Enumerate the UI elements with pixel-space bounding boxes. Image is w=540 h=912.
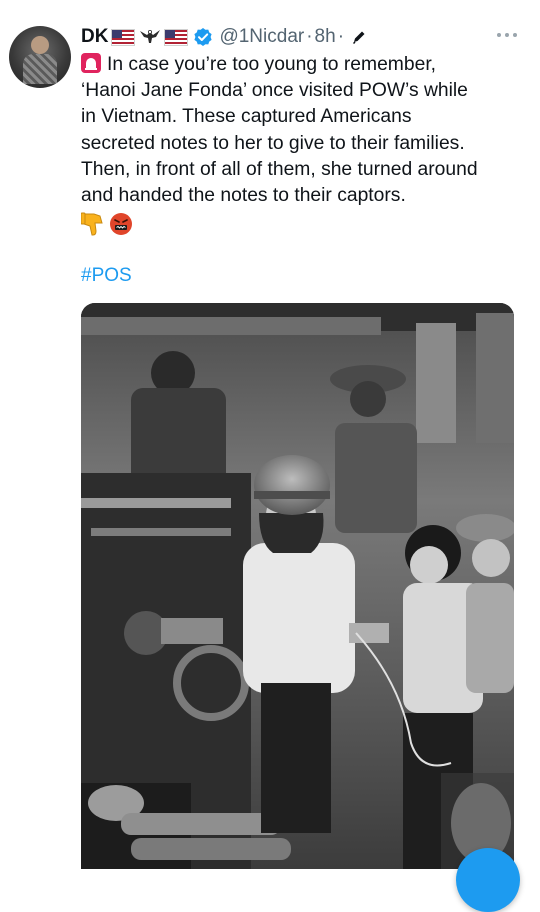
compose-button[interactable] <box>456 848 520 912</box>
header-separator: · <box>337 26 345 47</box>
hashtag-link[interactable]: #POS <box>81 265 132 287</box>
header-separator: · <box>306 26 313 47</box>
avatar-shirt <box>23 54 57 84</box>
tweet-timestamp[interactable]: 8h <box>315 26 336 48</box>
author-name[interactable]: DK <box>81 26 108 48</box>
tweet-text-line-1: In case you’re too young to remember, <box>107 54 437 75</box>
thumbs-down-icon <box>81 211 105 237</box>
verified-badge-icon <box>193 27 213 47</box>
avatar-head <box>31 36 49 54</box>
avatar[interactable] <box>9 26 71 88</box>
emoji-row <box>81 210 133 238</box>
tweet-photo[interactable] <box>81 303 514 869</box>
photo-woman <box>243 543 355 693</box>
tweet-text-line-2: ‘Hanoi Jane Fonda’ once visited POW’s wh… <box>81 80 468 102</box>
tweet-text-line: In case you’re too young to remember, <box>81 52 526 78</box>
tweet-text: In case you’re too young to remember, ‘H… <box>81 52 526 209</box>
tweet-header: DK @1Nicdar · 8h · <box>81 24 367 50</box>
siren-icon <box>81 53 101 73</box>
eagle-icon <box>139 27 161 47</box>
us-flag-icon <box>164 28 189 46</box>
tweet-text-line-4: secreted notes to her to give to their f… <box>81 132 465 154</box>
us-flag-icon <box>111 28 136 46</box>
tweet-text-line-6: and handed the notes to their captors. <box>81 185 406 207</box>
tweet-text-line-5: Then, in front of all of them, she turne… <box>81 158 478 180</box>
author-handle[interactable]: @1Nicdar <box>219 26 304 48</box>
edited-pencil-icon[interactable] <box>351 29 367 45</box>
swearing-face-icon <box>109 212 133 236</box>
tweet[interactable]: DK @1Nicdar · 8h · In case you’re too yo… <box>0 0 540 912</box>
tweet-text-line-3: in Vietnam. These captured Americans <box>81 106 412 128</box>
more-options-icon[interactable] <box>494 28 520 42</box>
